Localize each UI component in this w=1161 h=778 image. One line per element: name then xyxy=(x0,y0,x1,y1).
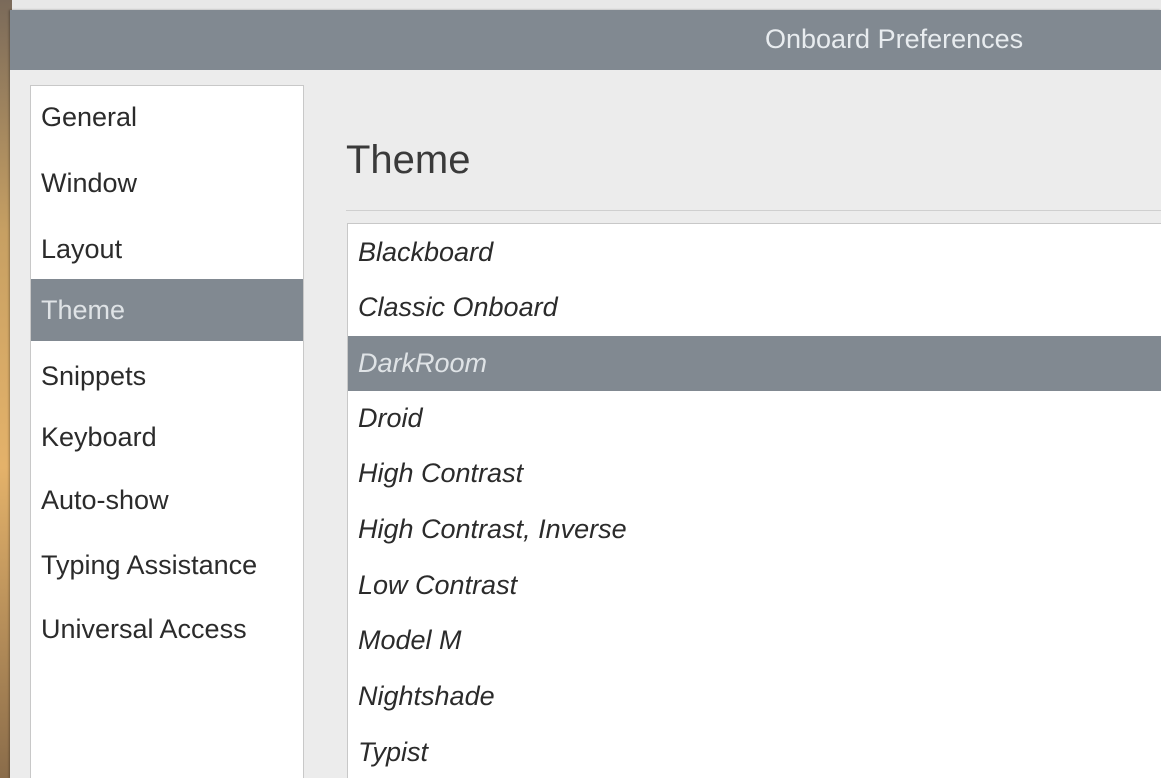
theme-item-high-contrast[interactable]: High Contrast xyxy=(348,446,1161,501)
page-title: Theme xyxy=(346,138,471,182)
theme-item-droid[interactable]: Droid xyxy=(348,391,1161,446)
sidebar-item-general[interactable]: General xyxy=(31,86,303,148)
theme-item-classic-onboard[interactable]: Classic Onboard xyxy=(348,280,1161,335)
heading-divider xyxy=(346,210,1161,211)
theme-item-darkroom[interactable]: DarkRoom xyxy=(348,336,1161,391)
sidebar-item-keyboard[interactable]: Keyboard xyxy=(31,406,303,468)
theme-item-low-contrast[interactable]: Low Contrast xyxy=(348,558,1161,613)
window-title: Onboard Preferences xyxy=(765,24,1024,54)
theme-item-blackboard[interactable]: Blackboard xyxy=(348,225,1161,280)
sidebar-item-typing-assistance[interactable]: Typing Assistance xyxy=(31,534,303,596)
sidebar-item-auto-show[interactable]: Auto-show xyxy=(31,469,303,531)
title-bar[interactable]: Onboard Preferences xyxy=(10,10,1161,70)
sidebar: General Window Layout Theme Snippets Key… xyxy=(30,85,304,778)
theme-item-nightshade[interactable]: Nightshade xyxy=(348,669,1161,724)
theme-item-typist[interactable]: Typist xyxy=(348,725,1161,778)
sidebar-item-universal-access[interactable]: Universal Access xyxy=(31,598,303,660)
sidebar-item-theme[interactable]: Theme xyxy=(31,279,303,341)
theme-item-high-contrast-inverse[interactable]: High Contrast, Inverse xyxy=(348,502,1161,557)
preferences-window: Onboard Preferences General Window Layou… xyxy=(10,10,1161,778)
sidebar-item-layout[interactable]: Layout xyxy=(31,218,303,280)
sidebar-item-snippets[interactable]: Snippets xyxy=(31,345,303,407)
sidebar-item-window[interactable]: Window xyxy=(31,152,303,214)
theme-item-model-m[interactable]: Model M xyxy=(348,613,1161,668)
theme-list[interactable]: Blackboard Classic Onboard DarkRoom Droi… xyxy=(347,223,1161,778)
